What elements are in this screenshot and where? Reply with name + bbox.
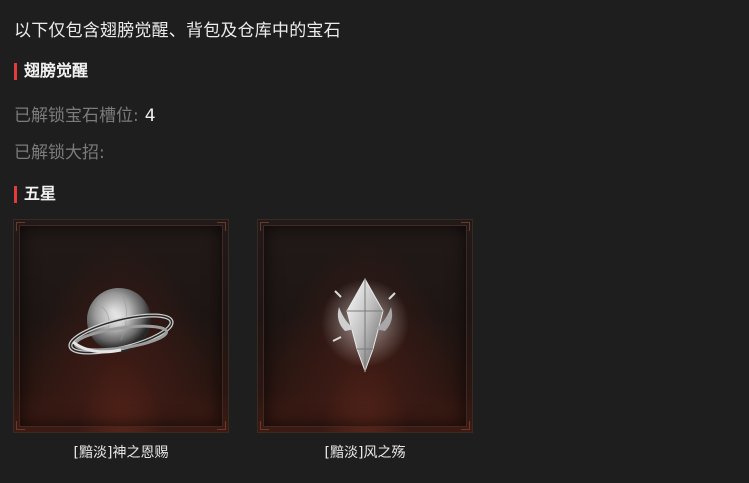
unlocked-gem-slots-value: 4 (144, 106, 156, 126)
frame-corner (16, 421, 25, 430)
frame-corner (217, 421, 226, 430)
gem-card[interactable] (257, 219, 473, 433)
frame-corner (461, 421, 470, 430)
gem-name[interactable]: [黯淡]风之殇 (257, 442, 473, 462)
unlocked-gem-slots: 已解锁宝石槽位: 4 (14, 101, 156, 126)
frame-corner (16, 222, 25, 231)
intro-text: 以下仅包含翅膀觉醒、背包及仓库中的宝石 (14, 21, 341, 41)
unlocked-ultimate: 已解锁大招: (14, 138, 105, 163)
section-title-five-star: 五星 (14, 183, 56, 205)
gem-card[interactable] (13, 219, 229, 433)
silver-orb-icon (68, 288, 174, 355)
frame-corner (217, 222, 226, 231)
section-title-wing-awakening: 翅膀觉醒 (14, 60, 88, 82)
frame-corner (461, 222, 470, 231)
section-accent-bar (14, 186, 17, 203)
gem-page: 以下仅包含翅膀觉醒、背包及仓库中的宝石 翅膀觉醒 已解锁宝石槽位: 4 已解锁大招… (0, 0, 749, 483)
gem-name[interactable]: [黯淡]神之恩赐 (13, 442, 229, 462)
unlocked-ultimate-label: 已解锁大招: (14, 143, 105, 163)
unlocked-gem-slots-label: 已解锁宝石槽位: (14, 106, 139, 126)
silver-crystal-icon (321, 277, 409, 373)
section-title-label: 五星 (24, 184, 57, 203)
section-title-label: 翅膀觉醒 (24, 61, 89, 80)
section-accent-bar (14, 63, 17, 80)
frame-corner (260, 421, 269, 430)
frame-corner (260, 222, 269, 231)
